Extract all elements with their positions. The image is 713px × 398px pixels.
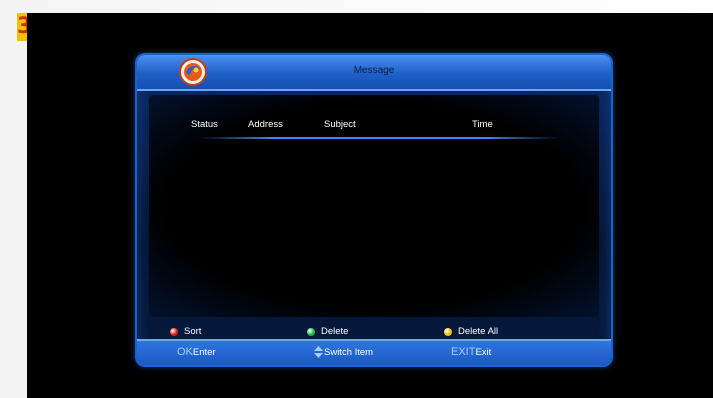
message-window: Message Status Address Subject Time Sort… (135, 53, 613, 367)
column-header-subject: Subject (324, 119, 356, 130)
column-header-time: Time (472, 119, 493, 130)
legend-sort-label: Sort (184, 326, 202, 337)
switch-item-hint[interactable]: Switch Item (314, 346, 373, 358)
legend-sort[interactable]: Sort (170, 326, 201, 337)
ok-enter-hint[interactable]: OK Enter (177, 346, 216, 358)
exit-action-label: Exit (475, 346, 492, 358)
green-button-icon (307, 327, 315, 336)
legend-delete-all[interactable]: Delete All (444, 326, 498, 337)
yellow-button-icon (444, 327, 452, 336)
footer-bar: OK Enter Switch Item EXIT Exit (137, 339, 611, 365)
exit-key-label: EXIT (451, 346, 476, 358)
header-divider (199, 137, 559, 139)
column-header-address: Address (248, 119, 283, 130)
red-button-icon (170, 327, 178, 336)
legend-delete-label: Delete (321, 326, 349, 337)
column-headers: Status Address Subject Time (149, 119, 599, 133)
column-header-status: Status (191, 119, 218, 130)
message-list[interactable]: Status Address Subject Time (149, 95, 599, 317)
tv-screen: Message Status Address Subject Time Sort… (27, 13, 713, 398)
legend-delete-all-label: Delete All (458, 326, 499, 337)
ok-action-label: Enter (192, 346, 216, 358)
window-title: Message (353, 65, 395, 76)
ok-key-label: OK (177, 346, 193, 358)
switch-item-label: Switch Item (324, 346, 374, 358)
exit-hint[interactable]: EXIT Exit (451, 346, 491, 358)
title-bar: Message (137, 55, 611, 91)
up-down-arrows-icon (314, 346, 323, 358)
legend-delete[interactable]: Delete (307, 326, 348, 337)
